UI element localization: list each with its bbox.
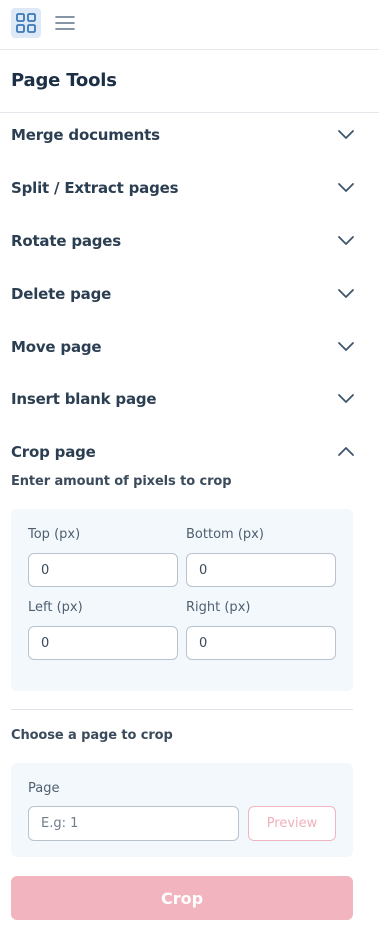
page-label: Page xyxy=(28,781,60,796)
list-icon xyxy=(55,16,75,30)
tool-label: Move page xyxy=(11,338,102,356)
choose-page-heading: Choose a page to crop xyxy=(11,728,173,743)
top-label: Top (px) xyxy=(28,527,81,542)
crop-hint: Enter amount of pixels to crop xyxy=(11,474,232,489)
tool-split-extract-pages[interactable]: Split / Extract pages xyxy=(0,167,379,207)
chevron-down-icon xyxy=(338,342,354,351)
top-px-input[interactable] xyxy=(28,553,178,587)
list-view-button[interactable] xyxy=(50,8,80,38)
bottom-px-input[interactable] xyxy=(186,553,336,587)
chevron-down-icon xyxy=(338,183,354,192)
crop-margins-card: Top (px) Bottom (px) Left (px) Right (px… xyxy=(11,509,353,691)
tool-merge-documents[interactable]: Merge documents xyxy=(0,114,379,154)
chevron-down-icon xyxy=(338,130,354,139)
page-select-card: Page Preview xyxy=(11,763,353,857)
tool-label: Split / Extract pages xyxy=(11,179,179,197)
grid-icon xyxy=(16,13,36,33)
tool-label: Merge documents xyxy=(11,126,160,144)
tool-label: Crop page xyxy=(11,443,96,461)
chevron-up-icon xyxy=(338,447,354,456)
tool-label: Rotate pages xyxy=(11,232,122,250)
chevron-down-icon xyxy=(338,289,354,298)
right-px-input[interactable] xyxy=(186,626,336,660)
tool-label: Delete page xyxy=(11,285,112,303)
section-divider xyxy=(11,709,353,710)
chevron-down-icon xyxy=(338,394,354,403)
title-divider xyxy=(0,112,379,113)
preview-button[interactable]: Preview xyxy=(248,806,336,841)
view-toolbar xyxy=(0,0,379,50)
tool-label: Insert blank page xyxy=(11,390,157,408)
panel-title: Page Tools xyxy=(11,70,117,91)
tool-delete-page[interactable]: Delete page xyxy=(0,273,379,313)
left-label: Left (px) xyxy=(28,600,83,615)
bottom-label: Bottom (px) xyxy=(186,527,264,542)
crop-button[interactable]: Crop xyxy=(11,876,353,920)
tool-insert-blank-page[interactable]: Insert blank page xyxy=(0,378,379,418)
tool-crop-page[interactable]: Crop page xyxy=(0,431,379,471)
grid-view-button[interactable] xyxy=(11,8,41,38)
page-number-input[interactable] xyxy=(28,806,239,841)
tool-rotate-pages[interactable]: Rotate pages xyxy=(0,220,379,260)
right-label: Right (px) xyxy=(186,600,251,615)
chevron-down-icon xyxy=(338,236,354,245)
left-px-input[interactable] xyxy=(28,626,178,660)
tool-move-page[interactable]: Move page xyxy=(0,326,379,366)
